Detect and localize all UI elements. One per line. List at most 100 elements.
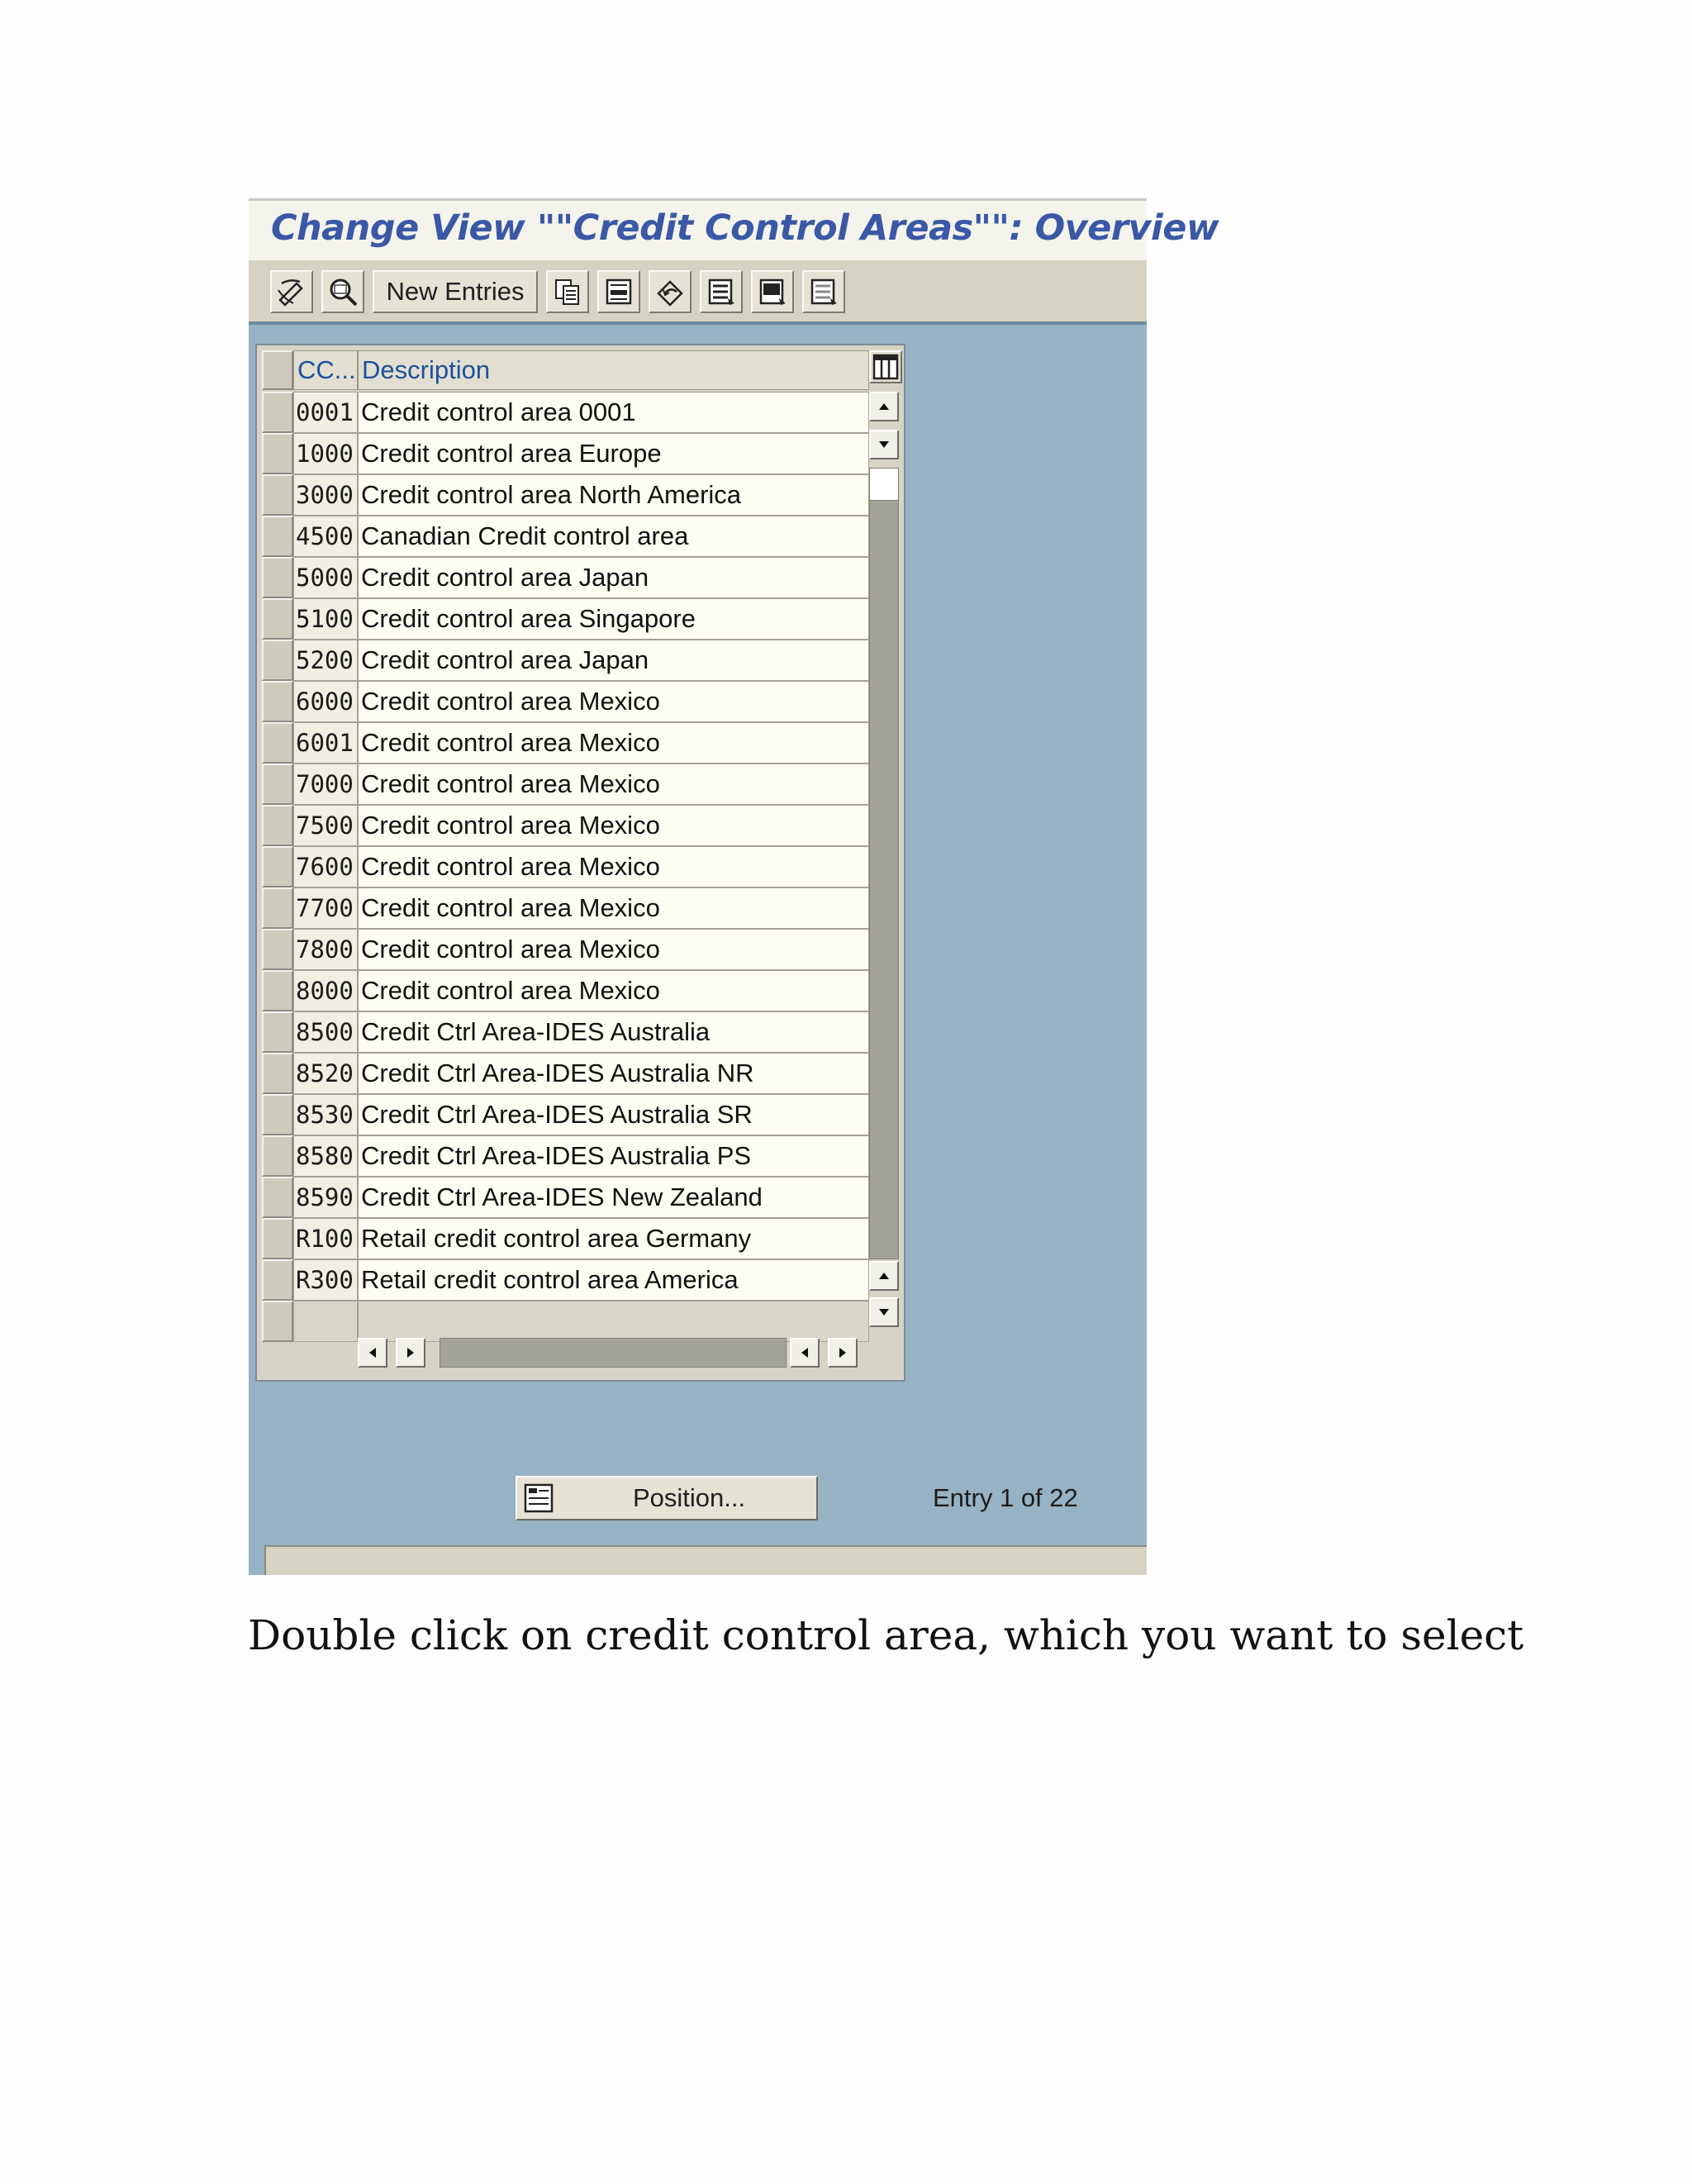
cell-cc-code[interactable]: 8000 xyxy=(293,970,358,1011)
title-bar: Change View ""Credit Control Areas"": Ov… xyxy=(249,198,1219,260)
cell-cc-code[interactable]: 8590 xyxy=(293,1177,358,1218)
row-selector[interactable] xyxy=(262,433,293,474)
row-selector[interactable] xyxy=(262,474,293,516)
undo-button[interactable] xyxy=(649,270,692,313)
row-selector[interactable] xyxy=(262,598,293,640)
cell-cc-code[interactable]: 5000 xyxy=(293,557,358,598)
select-all-button[interactable] xyxy=(700,270,743,313)
cell-cc-code[interactable]: 1000 xyxy=(293,433,358,474)
cell-description[interactable]: Credit control area 0001 xyxy=(358,392,869,433)
page-down-button[interactable] xyxy=(869,1297,899,1327)
find-button[interactable] xyxy=(321,270,364,313)
column-header-cc[interactable]: CC... xyxy=(293,350,358,390)
delete-icon xyxy=(606,278,632,305)
cell-description[interactable]: Credit control area Japan xyxy=(358,557,869,598)
row-selector[interactable] xyxy=(262,1218,293,1259)
cell-cc-code[interactable]: 3000 xyxy=(293,474,358,516)
cell-description[interactable]: Credit control area Mexico xyxy=(358,846,869,887)
row-selector[interactable] xyxy=(262,1135,293,1177)
row-selector[interactable] xyxy=(262,516,293,557)
cell-cc-code[interactable]: 8520 xyxy=(293,1053,358,1094)
scroll-up-button[interactable] xyxy=(869,392,899,421)
select-all-rows-button[interactable] xyxy=(262,350,293,390)
cell-cc-code[interactable]: 5100 xyxy=(293,598,358,640)
row-selector[interactable] xyxy=(262,722,293,764)
table-control: CC... Description 0001 Credit control are… xyxy=(255,344,905,1382)
cell-description[interactable]: Credit control area Mexico xyxy=(358,929,869,970)
cell-description[interactable]: Retail credit control area America xyxy=(358,1259,869,1301)
delete-button[interactable] xyxy=(597,270,640,313)
cell-description[interactable]: Credit Ctrl Area-IDES Australia NR xyxy=(358,1053,869,1094)
row-selector[interactable] xyxy=(262,392,293,433)
row-selector[interactable] xyxy=(262,970,293,1011)
scroll-down-button[interactable] xyxy=(869,430,899,459)
cell-description[interactable]: Credit Ctrl Area-IDES Australia PS xyxy=(358,1135,869,1177)
cell-cc-code[interactable]: 0001 xyxy=(293,392,358,433)
new-entries-button[interactable]: New Entries xyxy=(373,270,538,313)
position-button[interactable]: Position... xyxy=(516,1476,818,1520)
cell-description[interactable]: Retail credit control area Germany xyxy=(358,1218,869,1259)
cell-cc-code[interactable]: 4500 xyxy=(293,516,358,557)
cell-cc-code[interactable]: R100 xyxy=(293,1218,358,1259)
row-selector[interactable] xyxy=(262,681,293,722)
horizontal-scrollbar[interactable] xyxy=(440,1338,787,1368)
row-selector[interactable] xyxy=(262,846,293,887)
row-selector[interactable] xyxy=(262,805,293,846)
row-selector[interactable] xyxy=(262,1259,293,1301)
cell-description[interactable]: Credit control area Mexico xyxy=(358,764,869,805)
arrow-up-icon xyxy=(879,1273,889,1279)
cell-description[interactable]: Credit Ctrl Area-IDES Australia SR xyxy=(358,1094,869,1135)
undo-icon xyxy=(657,280,683,307)
cell-cc-code[interactable]: 7500 xyxy=(293,805,358,846)
cell-description[interactable]: Credit control area Mexico xyxy=(358,805,869,846)
cell-cc-code[interactable]: 8500 xyxy=(293,1011,358,1053)
row-selector[interactable] xyxy=(262,1301,293,1342)
cell-cc-code[interactable]: 6001 xyxy=(293,722,358,764)
deselect-all-button[interactable] xyxy=(802,270,845,313)
cell-description[interactable]: Credit control area North America xyxy=(358,474,869,516)
cell-cc-code[interactable]: 5200 xyxy=(293,640,358,681)
cell-cc-code[interactable]: 7800 xyxy=(293,929,358,970)
cell-cc-code[interactable]: 8580 xyxy=(293,1135,358,1177)
scroll-left-button[interactable] xyxy=(358,1338,387,1368)
row-selector[interactable] xyxy=(262,1094,293,1135)
select-block-button[interactable] xyxy=(751,270,794,313)
row-selector[interactable] xyxy=(262,1053,293,1094)
copy-button[interactable] xyxy=(546,270,589,313)
display-change-button[interactable] xyxy=(270,270,313,313)
cell-cc-code[interactable]: 7000 xyxy=(293,764,358,805)
row-selector[interactable] xyxy=(262,557,293,598)
column-settings-button[interactable] xyxy=(869,350,902,383)
row-selector[interactable] xyxy=(262,764,293,805)
cell-description[interactable]: Canadian Credit control area xyxy=(358,516,869,557)
cell-description[interactable]: Credit control area Mexico xyxy=(358,681,869,722)
cell-cc-code[interactable]: 6000 xyxy=(293,681,358,722)
empty-cell[interactable] xyxy=(358,1301,869,1342)
cell-description[interactable]: Credit control area Singapore xyxy=(358,598,869,640)
column-header-description[interactable]: Description xyxy=(358,350,869,390)
row-selector[interactable] xyxy=(262,640,293,681)
row-selector[interactable] xyxy=(262,887,293,929)
cell-cc-code[interactable]: 7700 xyxy=(293,887,358,929)
row-selector[interactable] xyxy=(262,1011,293,1053)
cell-description[interactable]: Credit control area Mexico xyxy=(358,887,869,929)
cell-cc-code[interactable]: 7600 xyxy=(293,846,358,887)
cell-cc-code[interactable]: 8530 xyxy=(293,1094,358,1135)
scroll-right-button[interactable] xyxy=(396,1338,425,1368)
cell-description[interactable]: Credit control area Mexico xyxy=(358,970,869,1011)
cell-description[interactable]: Credit control area Europe xyxy=(358,433,869,474)
cell-description[interactable]: Credit control area Mexico xyxy=(358,722,869,764)
page-up-button[interactable] xyxy=(869,1261,899,1291)
cell-description[interactable]: Credit Ctrl Area-IDES Australia xyxy=(358,1011,869,1053)
scroll-left-button-2[interactable] xyxy=(790,1338,820,1368)
scroll-right-button-2[interactable] xyxy=(828,1338,858,1368)
cell-description[interactable]: Credit control area Japan xyxy=(358,640,869,681)
cell-description[interactable]: Credit Ctrl Area-IDES New Zealand xyxy=(358,1177,869,1218)
vertical-scroll-thumb[interactable] xyxy=(869,468,899,501)
row-selector[interactable] xyxy=(262,1177,293,1218)
vertical-scrollbar[interactable] xyxy=(869,468,899,1259)
select-all-icon xyxy=(708,278,734,305)
empty-cell[interactable] xyxy=(293,1301,358,1342)
row-selector[interactable] xyxy=(262,929,293,970)
cell-cc-code[interactable]: R300 xyxy=(293,1259,358,1301)
